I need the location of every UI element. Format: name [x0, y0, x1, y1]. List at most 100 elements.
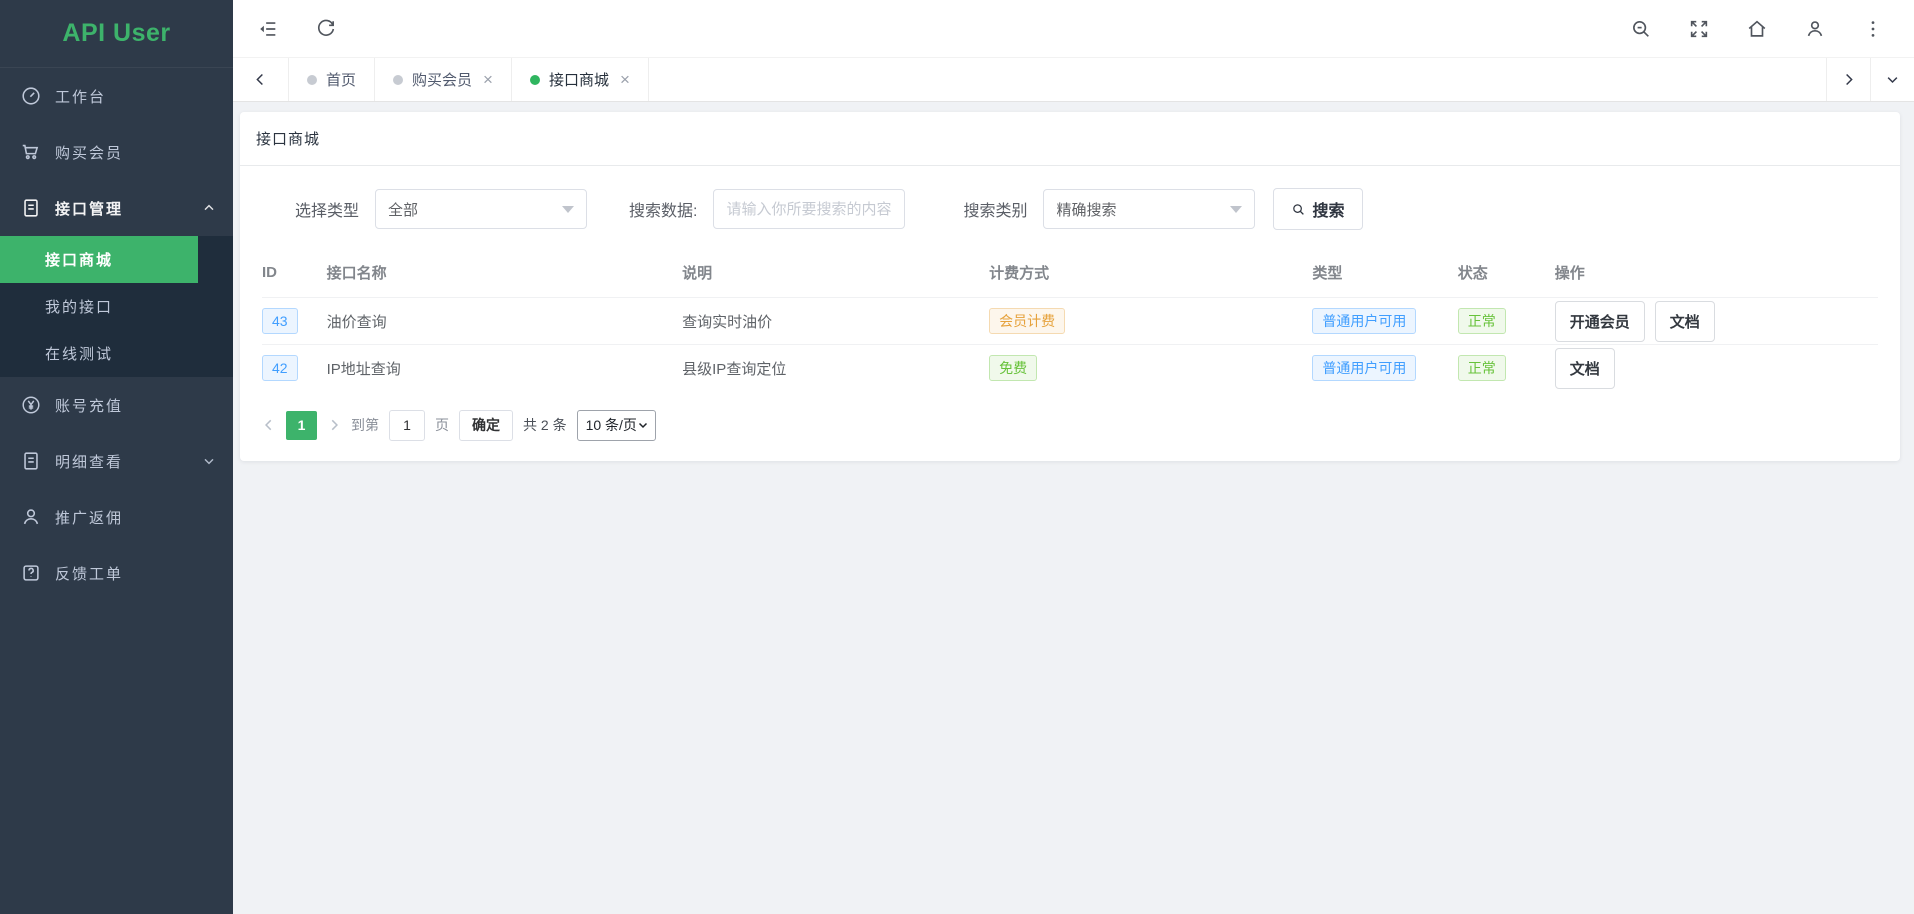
search-button[interactable]: 搜索 [1273, 188, 1362, 230]
tab-api-mall[interactable]: 接口商城× [512, 58, 649, 101]
sidebar-item-promotion-rebate[interactable]: 推广返佣 [0, 489, 233, 545]
search-data-label: 搜索数据: [629, 197, 697, 221]
column-header: 操作 [1555, 252, 1878, 298]
type-select[interactable]: 全部 [375, 189, 587, 229]
billing-tag: 免费 [989, 355, 1037, 381]
sidebar-item-api-management[interactable]: 接口管理 [0, 180, 233, 236]
goto-confirm-button[interactable]: 确定 [459, 410, 513, 441]
chevron-up-icon [201, 200, 217, 216]
sidebar-submenu: 接口商城我的接口在线测试 [0, 236, 233, 377]
close-icon[interactable]: × [483, 71, 493, 88]
cart-icon [20, 141, 42, 163]
column-header: ID [262, 252, 327, 298]
fullscreen-icon[interactable] [1688, 18, 1710, 40]
filter-bar: 选择类型 全部 搜索数据: 搜索类别 精确搜索 [240, 166, 1900, 232]
document-icon [20, 450, 42, 472]
goto-page-input[interactable] [389, 410, 425, 441]
yen-circle-icon [20, 394, 42, 416]
page-number-button[interactable]: 1 [286, 411, 317, 440]
tabs-scroll-right-icon[interactable] [1826, 58, 1870, 101]
type-filter-label: 选择类型 [295, 197, 359, 221]
dashboard-icon [20, 85, 42, 107]
more-options-icon[interactable] [1862, 18, 1884, 40]
category-select-value: 精确搜索 [1056, 199, 1116, 220]
id-tag: 43 [262, 308, 298, 334]
open-membership-button[interactable]: 开通会员 [1555, 301, 1645, 342]
api-mall-card: 接口商城 选择类型 全部 搜索数据: 搜索类别 精确搜索 [240, 112, 1900, 461]
table-body: 43油价查询查询实时油价会员计费普通用户可用正常开通会员文档42IP地址查询县级… [262, 298, 1878, 392]
app-logo: API User [0, 0, 233, 68]
search-input[interactable] [713, 189, 905, 229]
content-area: 接口商城 选择类型 全部 搜索数据: 搜索类别 精确搜索 [233, 102, 1914, 914]
sidebar-item-buy-membership[interactable]: 购买会员 [0, 124, 233, 180]
description-cell: 县级IP查询定位 [682, 345, 989, 392]
actions-cell: 开通会员文档 [1555, 298, 1878, 345]
search-icon [1291, 202, 1306, 217]
sidebar-item-my-apis[interactable]: 我的接口 [0, 283, 233, 330]
user-icon [20, 506, 42, 528]
home-icon[interactable] [1746, 18, 1768, 40]
column-header: 计费方式 [989, 252, 1312, 298]
description-cell: 查询实时油价 [682, 298, 989, 345]
sidebar: API User 工作台购买会员接口管理接口商城我的接口在线测试账号充值明细查看… [0, 0, 233, 914]
chevron-down-icon [637, 419, 649, 431]
tab-list: 首页购买会员×接口商城× [289, 58, 649, 101]
close-icon[interactable]: × [620, 71, 630, 88]
user-icon[interactable] [1804, 18, 1826, 40]
tab-home[interactable]: 首页 [289, 58, 375, 101]
api-table: ID接口名称说明计费方式类型状态操作 43油价查询查询实时油价会员计费普通用户可… [262, 252, 1878, 392]
app-window: API User 工作台购买会员接口管理接口商城我的接口在线测试账号充值明细查看… [0, 0, 1914, 914]
tabs-scroll-left-icon[interactable] [233, 58, 289, 101]
goto-suffix-label: 页 [435, 415, 449, 435]
prev-page-icon[interactable] [262, 418, 276, 432]
tabs-menu-chevron-down-icon[interactable] [1870, 58, 1914, 101]
status-tag: 正常 [1458, 355, 1506, 381]
column-header: 说明 [682, 252, 989, 298]
goto-prefix-label: 到第 [351, 415, 379, 435]
tab-status-dot [530, 75, 540, 85]
page-size-select[interactable]: 10 条/页 [577, 410, 656, 441]
billing-tag: 会员计费 [989, 308, 1065, 334]
refresh-icon[interactable] [315, 18, 337, 40]
tab-status-dot [393, 75, 403, 85]
document-icon [20, 197, 42, 219]
sidebar-item-detail-view[interactable]: 明细查看 [0, 433, 233, 489]
top-bar [233, 0, 1914, 58]
tab-bar: 首页购买会员×接口商城× [233, 58, 1914, 102]
sidebar-item-workbench[interactable]: 工作台 [0, 68, 233, 124]
total-count-label: 共 2 条 [523, 415, 567, 435]
table-header-row: ID接口名称说明计费方式类型状态操作 [262, 252, 1878, 298]
category-filter-label: 搜索类别 [963, 197, 1027, 221]
collapse-menu-icon[interactable] [257, 18, 279, 40]
type-tag: 普通用户可用 [1312, 308, 1416, 334]
search-icon[interactable] [1630, 18, 1652, 40]
sidebar-item-feedback-ticket[interactable]: 反馈工单 [0, 545, 233, 601]
docs-button[interactable]: 文档 [1555, 348, 1615, 389]
docs-button[interactable]: 文档 [1655, 301, 1715, 342]
chevron-down-icon [201, 453, 217, 469]
type-select-value: 全部 [388, 199, 418, 220]
sidebar-item-api-mall[interactable]: 接口商城 [0, 236, 198, 283]
pagination: 1 到第 页 确定 共 2 条 10 条/页 [262, 410, 1878, 461]
sidebar-item-account-recharge[interactable]: 账号充值 [0, 377, 233, 433]
tab-status-dot [307, 75, 317, 85]
chevron-down-icon [562, 206, 574, 219]
actions-cell: 文档 [1555, 345, 1878, 392]
api-name-cell: IP地址查询 [327, 345, 683, 392]
chevron-down-icon [1230, 206, 1242, 219]
type-tag: 普通用户可用 [1312, 355, 1416, 381]
tab-buy-membership[interactable]: 购买会员× [375, 58, 512, 101]
column-header: 状态 [1458, 252, 1555, 298]
api-name-cell: 油价查询 [327, 298, 683, 345]
column-header: 类型 [1312, 252, 1457, 298]
category-select[interactable]: 精确搜索 [1043, 189, 1255, 229]
table-row: 43 油价查询查询实时油价会员计费 普通用户可用 正常 开通会员文档 [262, 298, 1878, 345]
feedback-icon [20, 562, 42, 584]
next-page-icon[interactable] [327, 418, 341, 432]
table-row: 42IP地址查询县级IP查询定位免费普通用户可用正常文档 [262, 345, 1878, 392]
status-tag: 正常 [1458, 308, 1506, 334]
column-header: 接口名称 [327, 252, 683, 298]
sidebar-item-online-test[interactable]: 在线测试 [0, 330, 233, 377]
sidebar-menu: 工作台购买会员接口管理接口商城我的接口在线测试账号充值明细查看推广返佣反馈工单 [0, 68, 233, 601]
page-title: 接口商城 [240, 112, 1900, 166]
